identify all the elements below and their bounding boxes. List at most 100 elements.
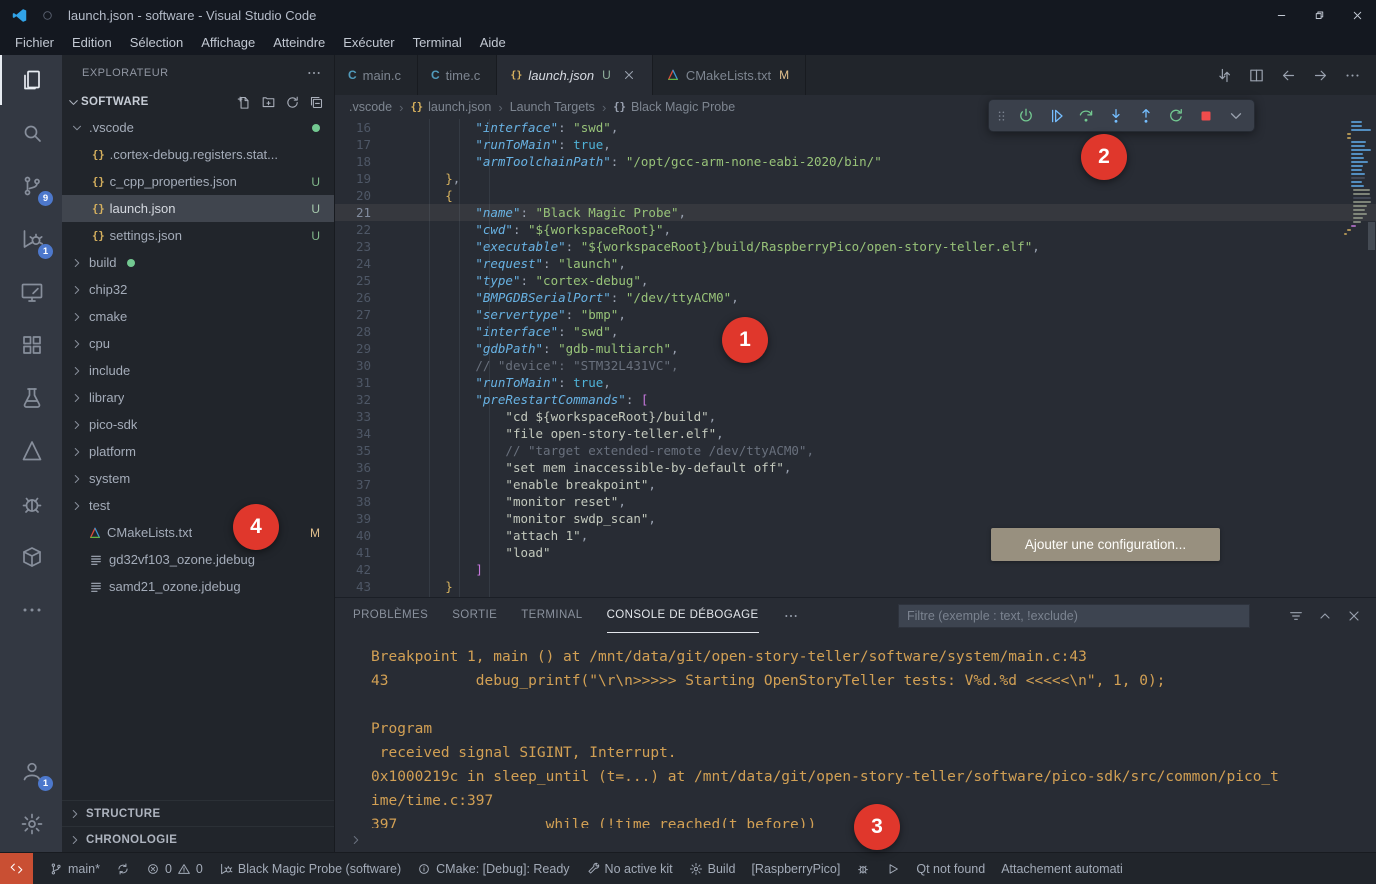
panel-tab-TERMINAL[interactable]: TERMINAL (521, 598, 582, 633)
menu-exécuter[interactable]: Exécuter (334, 33, 403, 52)
debug-step-over-button[interactable] (1072, 102, 1099, 129)
status-debug-target[interactable] (856, 862, 870, 876)
panel-tab-CONSOLE DE DÉBOGAGE[interactable]: CONSOLE DE DÉBOGAGE (607, 598, 759, 633)
status-cmake-status[interactable]: CMake: [Debug]: Ready (417, 862, 569, 876)
folder-pico-sdk[interactable]: pico-sdk (62, 411, 334, 438)
folder-cpu[interactable]: cpu (62, 330, 334, 357)
file-settings.json[interactable]: {}settings.jsonU (62, 222, 334, 249)
section-header-chronologie[interactable]: CHRONOLOGIE (62, 826, 334, 852)
section-header-structure[interactable]: STRUCTURE (62, 800, 334, 826)
activity-settings[interactable] (0, 799, 62, 849)
panel-tab-PROBLÈMES[interactable]: PROBLÈMES (353, 598, 428, 633)
explorer-more-icon[interactable] (306, 65, 322, 81)
file-c_cpp_properties.json[interactable]: {}c_cpp_properties.jsonU (62, 168, 334, 195)
status-sync[interactable] (116, 862, 130, 876)
breadcrumb-Launch Targets[interactable]: Launch Targets (510, 100, 595, 114)
split-editor-icon[interactable] (1248, 67, 1265, 84)
minimap[interactable] (1341, 121, 1373, 237)
activity-accounts[interactable]: 1 (0, 746, 62, 796)
folder-build[interactable]: build (62, 249, 334, 276)
activity-memory[interactable] (0, 532, 62, 582)
close-tab-icon[interactable] (622, 68, 636, 82)
activity-more[interactable] (0, 585, 62, 635)
activity-run-and-debug[interactable]: 1 (0, 214, 62, 264)
status-cmake-build[interactable]: Build (689, 862, 736, 876)
menu-fichier[interactable]: Fichier (6, 33, 63, 52)
status-run-target[interactable] (886, 862, 900, 876)
debug-step-into-button[interactable] (1102, 102, 1129, 129)
debug-continue-button[interactable] (1042, 102, 1069, 129)
status-problems[interactable]: 00 (146, 862, 203, 876)
status-cmake-target[interactable]: [RaspberryPico] (751, 862, 840, 876)
breadcrumb-Black Magic Probe[interactable]: {}Black Magic Probe (613, 100, 735, 114)
remote-indicator[interactable] (0, 853, 33, 884)
maximize-panel-icon[interactable] (1317, 608, 1333, 624)
activity-source-control[interactable]: 9 (0, 161, 62, 211)
folder-cmake[interactable]: cmake (62, 303, 334, 330)
restore-button[interactable] (1300, 0, 1338, 30)
menu-atteindre[interactable]: Atteindre (264, 33, 334, 52)
breadcrumb-.vscode[interactable]: .vscode (349, 100, 392, 114)
activity-search[interactable] (0, 108, 62, 158)
navigate-back-icon[interactable] (1280, 67, 1297, 84)
activity-remote-explorer[interactable] (0, 267, 62, 317)
code-editor[interactable]: 16 "interface": "swd",17 "runToMain": tr… (335, 119, 1376, 597)
tab-main.c[interactable]: Cmain.c (335, 55, 418, 95)
more-actions-icon[interactable] (1344, 67, 1361, 84)
debug-power-button[interactable] (1012, 102, 1039, 129)
close-button[interactable] (1338, 0, 1376, 30)
activity-cmake[interactable] (0, 426, 62, 476)
console-filter-input[interactable] (898, 604, 1250, 628)
file-CMakeLists.txt[interactable]: CMakeLists.txtM (62, 519, 334, 546)
folder-test[interactable]: test (62, 492, 334, 519)
new-folder-icon[interactable] (261, 95, 276, 110)
debug-more-button[interactable] (1222, 102, 1249, 129)
activity-extensions[interactable] (0, 320, 62, 370)
menu-sélection[interactable]: Sélection (121, 33, 192, 52)
activity-testing[interactable] (0, 373, 62, 423)
open-changes-icon[interactable] (1216, 67, 1233, 84)
folder-system[interactable]: system (62, 465, 334, 492)
panel-more-icon[interactable] (783, 608, 799, 624)
panel-tab-SORTIE[interactable]: SORTIE (452, 598, 497, 633)
debug-step-out-button[interactable] (1132, 102, 1159, 129)
status-qt-status[interactable]: Qt not found (916, 862, 985, 876)
output-options-icon[interactable] (1288, 608, 1304, 624)
folder-platform[interactable]: platform (62, 438, 334, 465)
folder-chip32[interactable]: chip32 (62, 276, 334, 303)
menu-aide[interactable]: Aide (471, 33, 515, 52)
tab-launch.json[interactable]: {}launch.jsonU (497, 55, 653, 95)
status-auto-attach[interactable]: Attachement automati (1001, 862, 1123, 876)
file-launch.json[interactable]: {}launch.jsonU (62, 195, 334, 222)
debug-stop-button[interactable] (1192, 102, 1219, 129)
folder-include[interactable]: include (62, 357, 334, 384)
status-cmake-kit[interactable]: No active kit (586, 862, 673, 876)
collapse-all-icon[interactable] (309, 95, 324, 110)
add-configuration-button[interactable]: Ajouter une configuration... (991, 528, 1220, 561)
file-.cortex-debug.registers.stat...[interactable]: {}.cortex-debug.registers.stat... (62, 141, 334, 168)
debug-console-input[interactable] (349, 830, 363, 850)
debug-restart-button[interactable] (1162, 102, 1189, 129)
menu-affichage[interactable]: Affichage (192, 33, 264, 52)
menu-edition[interactable]: Edition (63, 33, 121, 52)
activity-debug-probe[interactable] (0, 479, 62, 529)
status-git-branch[interactable]: main* (49, 862, 100, 876)
folder-.vscode[interactable]: .vscode (62, 114, 334, 141)
navigate-forward-icon[interactable] (1312, 67, 1329, 84)
breadcrumb-launch.json[interactable]: {}launch.json (410, 100, 491, 114)
tab-time.c[interactable]: Ctime.c (418, 55, 497, 95)
new-file-icon[interactable] (237, 95, 252, 110)
section-header-software[interactable]: SOFTWARE (62, 90, 334, 114)
chevR-icon (70, 337, 84, 351)
folder-library[interactable]: library (62, 384, 334, 411)
activity-explorer[interactable] (0, 55, 62, 105)
refresh-icon[interactable] (285, 95, 300, 110)
status-debug-configuration[interactable]: Black Magic Probe (software) (219, 862, 401, 876)
file-samd21_ozone.jdebug[interactable]: samd21_ozone.jdebug (62, 573, 334, 600)
close-panel-icon[interactable] (1346, 608, 1362, 624)
menu-terminal[interactable]: Terminal (404, 33, 471, 52)
minimize-button[interactable] (1262, 0, 1300, 30)
gear-icon (20, 812, 44, 836)
file-gd32vf103_ozone.jdebug[interactable]: gd32vf103_ozone.jdebug (62, 546, 334, 573)
tab-CMakeLists.txt[interactable]: CMakeLists.txtM (653, 55, 806, 95)
